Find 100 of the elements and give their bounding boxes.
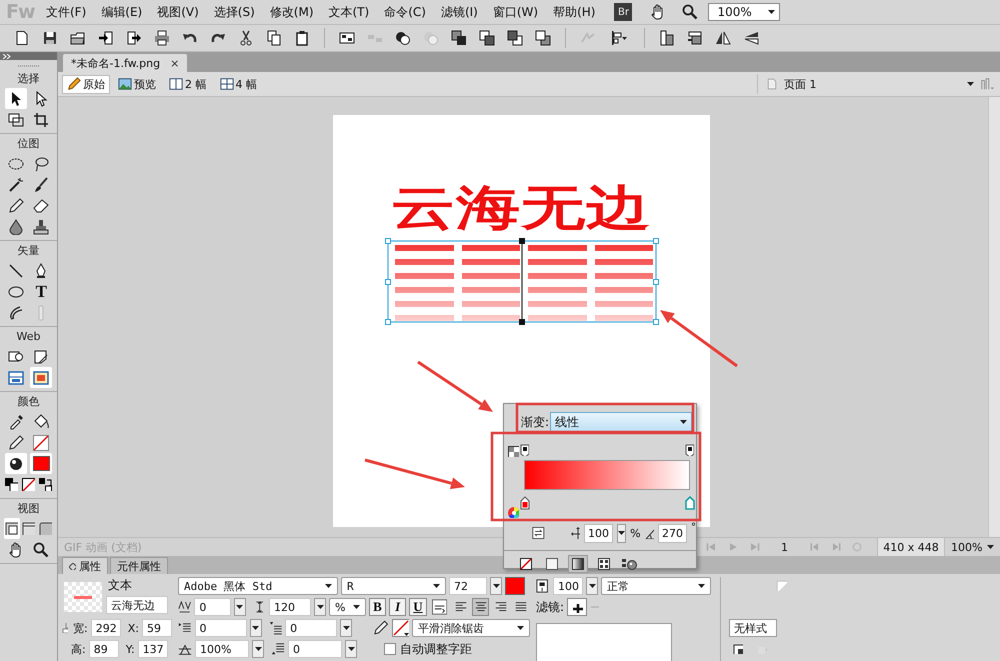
caret-icon[interactable] — [516, 626, 524, 630]
caret-icon[interactable] — [618, 531, 626, 535]
show-slices-icon[interactable] — [33, 370, 50, 386]
view-mode-tab[interactable]: 原始 — [62, 74, 110, 94]
flip-vertical-icon[interactable] — [743, 30, 759, 46]
text-style-button[interactable]: U — [409, 598, 427, 616]
flip-horizontal-icon[interactable] — [715, 30, 731, 46]
menu-item[interactable]: 命令(C) — [378, 4, 432, 20]
print-icon[interactable] — [154, 30, 170, 46]
dropdown-button[interactable] — [345, 640, 357, 658]
horizontal-scale-field[interactable]: 100% — [195, 640, 249, 658]
zoom-dropdown[interactable]: 100% — [708, 3, 780, 21]
diamond-icon[interactable] — [69, 562, 76, 570]
fill-icon[interactable] — [8, 456, 24, 472]
caret-icon[interactable] — [492, 584, 500, 588]
caret-icon[interactable] — [316, 605, 324, 609]
scale-field[interactable]: 100 — [584, 524, 614, 542]
menu-item[interactable]: 选择(S) — [208, 4, 261, 20]
double-chevron-icon[interactable] — [3, 54, 11, 58]
dropdown-button[interactable] — [490, 577, 502, 595]
opacity-icon[interactable] — [536, 578, 550, 594]
text-style-button[interactable]: B — [368, 598, 386, 616]
view-mode-tab[interactable]: 4 幅 — [214, 74, 262, 94]
dropdown-button[interactable] — [340, 619, 352, 637]
space-after-icon[interactable] — [271, 642, 285, 656]
plus-icon[interactable] — [572, 602, 583, 612]
caret-icon[interactable] — [342, 626, 350, 630]
paint-bucket-icon[interactable] — [33, 414, 50, 430]
angle-icon[interactable] — [644, 527, 654, 539]
kerning-field[interactable]: 0 — [194, 598, 232, 616]
magic-wand-icon[interactable] — [8, 176, 24, 192]
pencil-icon[interactable] — [373, 620, 389, 636]
justify-icon[interactable] — [514, 600, 528, 614]
group-icon[interactable] — [339, 30, 355, 46]
eyedropper-icon[interactable] — [8, 414, 24, 430]
caret-icon[interactable] — [325, 584, 332, 588]
stacked-squares-icon[interactable] — [507, 30, 523, 46]
panel-tab[interactable]: 属性 — [62, 557, 108, 574]
x-field[interactable]: 59 — [142, 619, 172, 637]
fill-color-swatch[interactable] — [32, 456, 50, 471]
copy-icon[interactable] — [266, 30, 282, 46]
align-right-icon[interactable] — [494, 600, 508, 614]
caret-icon[interactable] — [348, 647, 354, 651]
no-stroke-swatch-icon[interactable] — [33, 434, 50, 450]
menu-item[interactable]: 文件(F) — [40, 4, 92, 20]
view-mode-tab[interactable]: 预览 — [113, 74, 161, 94]
export-icon[interactable] — [126, 30, 142, 46]
caret-icon[interactable] — [236, 605, 244, 609]
menu-item[interactable]: 滤镜(I) — [434, 4, 484, 20]
dropdown-button[interactable] — [314, 598, 326, 616]
hotspot-icon[interactable] — [8, 348, 24, 364]
add-filter-button[interactable] — [567, 598, 588, 616]
menu-item[interactable]: 帮助(H) — [547, 4, 602, 20]
page-options-icon[interactable] — [980, 77, 994, 91]
stamp-icon[interactable] — [33, 218, 50, 234]
zoom-icon[interactable] — [33, 542, 50, 558]
join-icon[interactable] — [395, 30, 411, 46]
filter-list[interactable] — [536, 623, 672, 661]
antialias-dropdown[interactable]: 平滑消除锯齿 — [412, 619, 530, 637]
horizontal-scale-icon[interactable] — [178, 642, 192, 656]
opacity-stop-icon[interactable] — [520, 444, 529, 456]
align-center-icon[interactable] — [474, 600, 488, 614]
style-dropdown[interactable]: 无样式 — [729, 619, 777, 637]
align-left-icon[interactable] — [454, 600, 468, 614]
font-style-dropdown[interactable]: R — [341, 577, 446, 595]
opacity-stop-icon[interactable] — [685, 444, 694, 456]
link-icon[interactable] — [62, 623, 68, 633]
brush-icon[interactable] — [33, 176, 50, 192]
eraser-icon[interactable] — [33, 198, 50, 214]
color-wheel-icon[interactable] — [507, 506, 519, 518]
gradient-fill-icon[interactable] — [572, 558, 584, 570]
grid-view-icon[interactable] — [220, 77, 234, 91]
full-screen-icon[interactable] — [39, 522, 52, 535]
drop-icon[interactable] — [8, 218, 24, 234]
panel-tab[interactable]: 元件属性 — [110, 557, 168, 574]
width-field[interactable]: 292 — [90, 619, 121, 637]
scrollbar[interactable] — [988, 97, 1000, 537]
checkbox[interactable] — [384, 643, 396, 655]
page-stack-icon[interactable] — [659, 30, 675, 46]
swap-gradient-icon[interactable] — [532, 525, 545, 541]
text-style-button[interactable]: I — [389, 598, 406, 616]
move-icon[interactable] — [570, 527, 580, 539]
stacked-squares-icon[interactable] — [479, 30, 495, 46]
paste-icon[interactable] — [294, 30, 310, 46]
ellipse-icon[interactable] — [8, 284, 24, 300]
split-view-icon[interactable] — [169, 77, 183, 91]
caret-icon[interactable] — [698, 584, 705, 588]
caret-icon[interactable] — [987, 545, 994, 549]
indent-field[interactable]: 0 — [194, 619, 247, 637]
opacity-field[interactable]: 100 — [553, 577, 583, 595]
zoom-dropdown[interactable]: 100% — [945, 540, 1000, 554]
caret-icon[interactable] — [254, 647, 262, 651]
standard-screen-icon[interactable] — [5, 522, 18, 535]
menu-item[interactable]: 修改(M) — [264, 4, 320, 20]
swap-colors-icon[interactable] — [39, 478, 52, 491]
caret-icon[interactable] — [252, 626, 260, 630]
pattern-fill-icon[interactable] — [598, 558, 610, 570]
text-color-swatch[interactable] — [505, 577, 525, 595]
close-button[interactable]: × — [170, 56, 180, 70]
line-icon[interactable] — [8, 262, 24, 278]
